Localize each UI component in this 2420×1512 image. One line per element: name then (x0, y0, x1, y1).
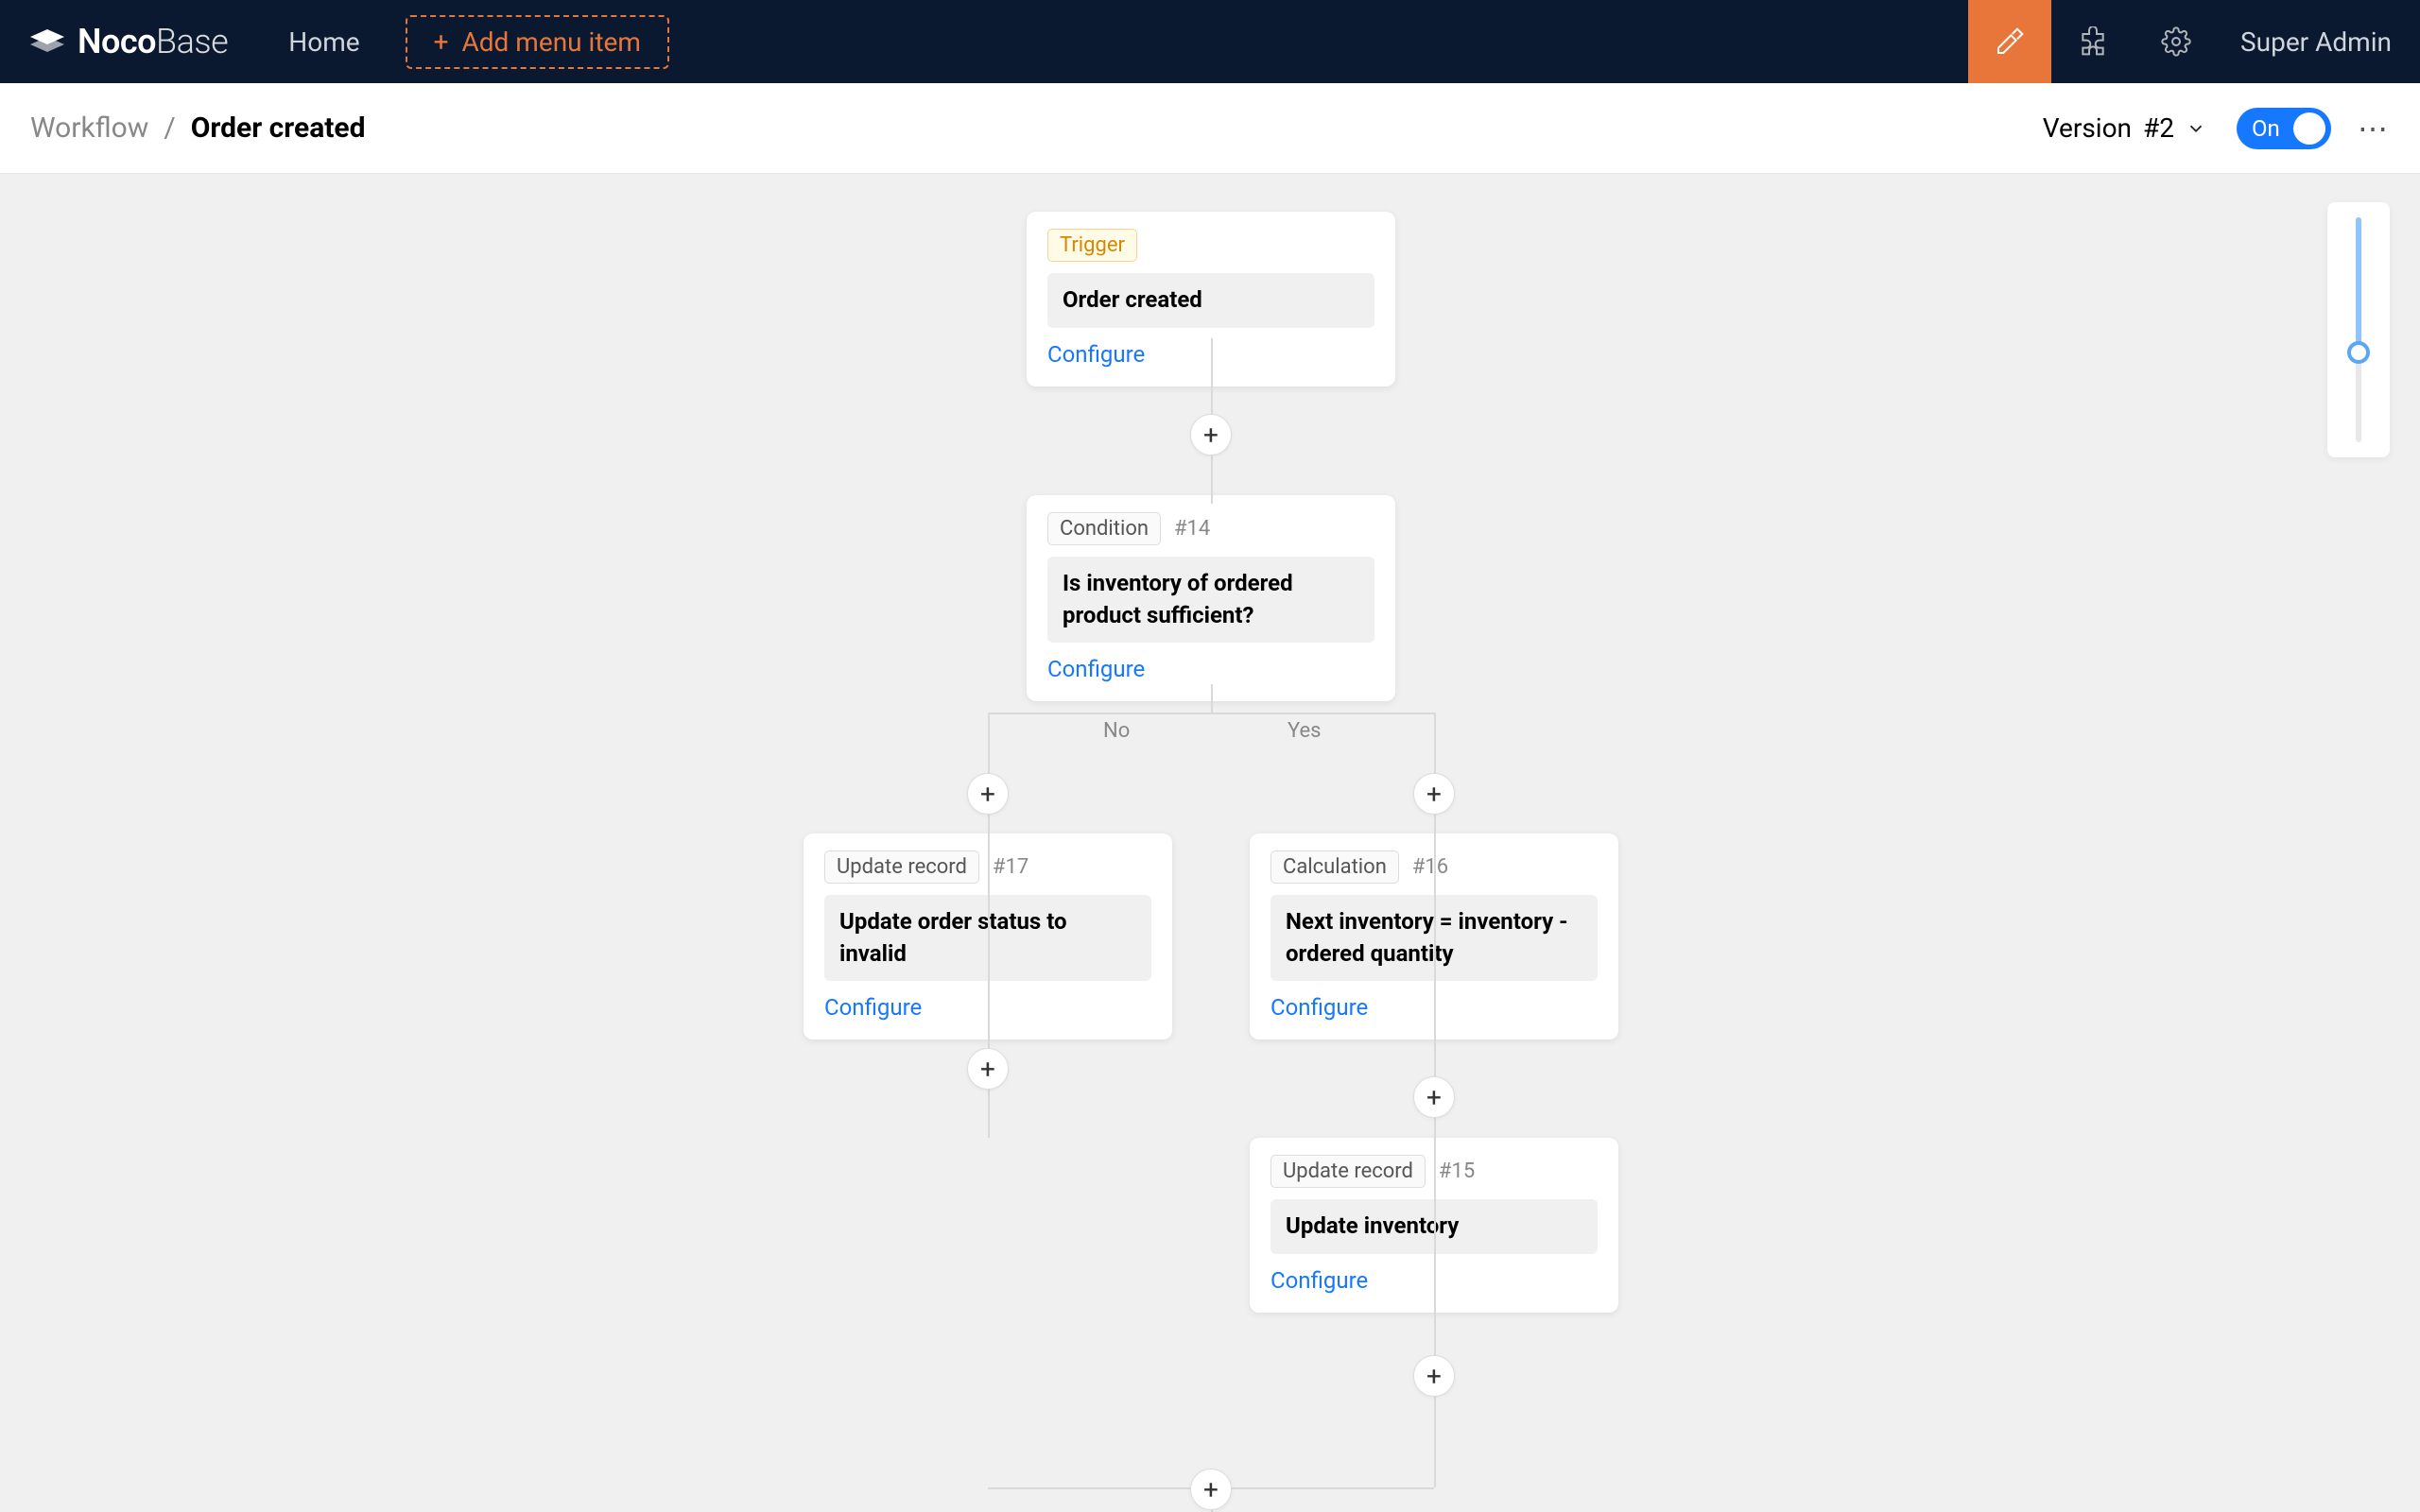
node-id: #15 (1439, 1160, 1475, 1183)
add-node-button[interactable]: + (967, 773, 1009, 815)
plus-icon: + (434, 26, 449, 58)
version-number: #2 (2143, 112, 2174, 144)
add-node-button[interactable]: + (1413, 773, 1455, 815)
node-tag-condition: Condition (1047, 512, 1161, 545)
add-node-button[interactable]: + (1413, 1355, 1455, 1397)
add-node-button[interactable]: + (1190, 414, 1232, 455)
breadcrumb-current: Order created (191, 112, 366, 145)
design-mode-icon[interactable] (1968, 0, 2051, 83)
sub-header: Workflow / Order created Version #2 On ⋯ (0, 83, 2420, 174)
node-title[interactable]: Order created (1047, 273, 1374, 328)
add-node-button[interactable]: + (1413, 1076, 1455, 1118)
node-tag-update-record: Update record (1270, 1155, 1426, 1188)
logo-icon (28, 27, 66, 56)
breadcrumb-separator: / (164, 112, 175, 145)
plugin-icon[interactable] (2051, 0, 2135, 83)
zoom-track (2356, 217, 2361, 442)
configure-link[interactable]: Configure (1047, 656, 1374, 682)
toggle-knob (2293, 112, 2325, 145)
node-id: #16 (1412, 855, 1448, 879)
node-id: #17 (993, 855, 1028, 879)
branch-label-yes: Yes (1288, 719, 1322, 743)
user-menu[interactable]: Super Admin (2218, 26, 2392, 58)
branch-label-no: No (1103, 719, 1130, 743)
top-nav: NocoBase Home + Add menu item Super Admi… (0, 0, 2420, 83)
nav-home[interactable]: Home (266, 26, 382, 58)
zoom-slider[interactable] (2327, 202, 2390, 457)
node-tag-update-record: Update record (824, 850, 979, 884)
zoom-track-fill (2356, 217, 2361, 352)
node-title[interactable]: Is inventory of ordered product sufficie… (1047, 557, 1374, 643)
node-tag-calculation: Calculation (1270, 850, 1399, 884)
logo-text: NocoBase (78, 22, 228, 61)
workflow-enabled-toggle[interactable]: On (2237, 108, 2331, 149)
add-node-button[interactable]: + (1190, 1469, 1232, 1510)
node-tag-trigger: Trigger (1047, 229, 1137, 262)
version-selector[interactable]: Version #2 (2043, 112, 2206, 144)
version-label: Version (2043, 112, 2132, 144)
add-menu-item-button[interactable]: + Add menu item (406, 15, 669, 69)
logo[interactable]: NocoBase (28, 22, 228, 61)
connector (1211, 684, 1213, 713)
add-menu-item-label: Add menu item (462, 26, 641, 58)
workflow-canvas[interactable]: No Yes Trigger Order created Configure +… (0, 174, 2420, 1512)
connector (988, 713, 1434, 714)
more-menu-icon[interactable]: ⋯ (2358, 111, 2390, 146)
breadcrumb-workflow[interactable]: Workflow (30, 112, 148, 145)
chevron-down-icon (2186, 118, 2206, 139)
toggle-label: On (2242, 115, 2280, 142)
zoom-handle[interactable] (2347, 341, 2370, 364)
settings-icon[interactable] (2135, 0, 2218, 83)
add-node-button[interactable]: + (967, 1048, 1009, 1090)
node-condition[interactable]: Condition #14 Is inventory of ordered pr… (1027, 495, 1395, 701)
breadcrumb: Workflow / Order created (30, 112, 366, 145)
node-id: #14 (1174, 517, 1210, 541)
